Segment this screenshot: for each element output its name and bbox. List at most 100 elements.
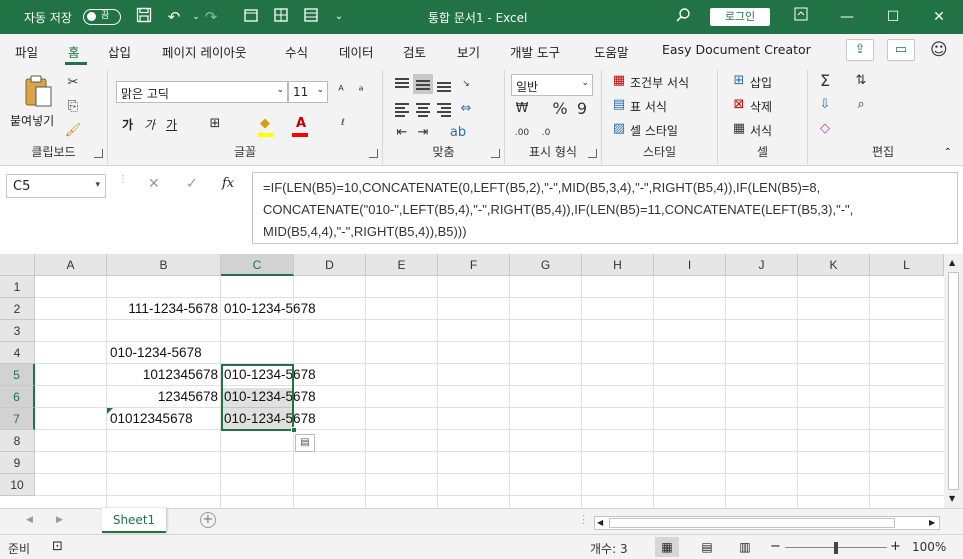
customize-quick-access-icon[interactable]: ⌄ bbox=[328, 7, 350, 27]
tab-review[interactable]: 검토 bbox=[403, 42, 426, 61]
collapse-ribbon-icon[interactable]: ⌃ bbox=[944, 147, 952, 158]
align-middle-icon[interactable] bbox=[413, 74, 433, 94]
bold-button[interactable]: 가 bbox=[122, 116, 133, 133]
italic-button[interactable]: 가 bbox=[144, 116, 155, 133]
fill-handle[interactable] bbox=[291, 427, 297, 433]
column-header[interactable]: K bbox=[798, 254, 870, 276]
fill-color-icon[interactable]: ◆ bbox=[256, 115, 274, 133]
alignment-launcher-icon[interactable] bbox=[491, 149, 500, 158]
comma-style-icon[interactable]: 9 bbox=[573, 100, 591, 118]
cell-B2[interactable]: 111-1234-5678 bbox=[107, 298, 221, 320]
fill-icon[interactable]: ⇩ bbox=[816, 96, 834, 114]
enter-icon[interactable]: ✓ bbox=[186, 176, 198, 192]
clipboard-launcher-icon[interactable] bbox=[94, 149, 103, 158]
sort-filter-icon[interactable]: ⇅ bbox=[852, 72, 870, 90]
tab-data[interactable]: 데이터 bbox=[339, 42, 374, 61]
column-header[interactable]: C bbox=[221, 254, 294, 276]
format-cells-button[interactable]: 서식 bbox=[750, 122, 772, 139]
accounting-format-icon[interactable]: ₩ bbox=[513, 100, 531, 118]
column-header[interactable]: D bbox=[294, 254, 366, 276]
splitter-handle[interactable]: ⋮ bbox=[578, 513, 589, 526]
tab-page-layout[interactable]: 페이지 레이아웃 bbox=[162, 42, 246, 61]
row-header[interactable]: 2 bbox=[0, 298, 35, 320]
column-header[interactable]: A bbox=[35, 254, 107, 276]
row-header[interactable]: 4 bbox=[0, 342, 35, 364]
insert-cells-button[interactable]: 삽입 bbox=[750, 74, 772, 91]
scroll-down-icon[interactable]: ▼ bbox=[949, 494, 955, 503]
increase-indent-icon[interactable]: ⇥ bbox=[414, 124, 432, 142]
align-left-icon[interactable] bbox=[393, 100, 411, 118]
scroll-up-icon[interactable]: ▲ bbox=[949, 258, 955, 267]
prev-sheet-icon[interactable]: ◀ bbox=[26, 515, 33, 525]
undo-icon[interactable]: ↶ bbox=[163, 7, 185, 27]
text-direction-icon[interactable]: ↘ bbox=[457, 75, 475, 93]
delete-cells-button[interactable]: 삭제 bbox=[750, 98, 772, 115]
close-icon[interactable]: ✕ bbox=[916, 0, 962, 34]
align-top-icon[interactable] bbox=[393, 76, 411, 94]
maximize-icon[interactable]: ☐ bbox=[870, 0, 916, 34]
add-sheet-icon[interactable]: + bbox=[200, 512, 216, 528]
zoom-out-icon[interactable]: − bbox=[770, 539, 781, 554]
row-header[interactable]: 3 bbox=[0, 320, 35, 342]
column-header[interactable]: H bbox=[582, 254, 654, 276]
horizontal-scrollbar[interactable]: ◀ ▶ bbox=[594, 516, 940, 530]
border-icon[interactable]: ⊞ bbox=[206, 115, 224, 133]
sheet-tab[interactable]: Sheet1 bbox=[102, 508, 166, 533]
row-header[interactable]: 6 bbox=[0, 386, 35, 408]
ribbon-display-icon[interactable] bbox=[778, 0, 824, 34]
new-sheet-icon[interactable] bbox=[240, 7, 262, 27]
cell-style-button[interactable]: 셀 스타일 bbox=[630, 122, 678, 139]
align-bottom-icon[interactable] bbox=[435, 76, 453, 94]
column-header[interactable]: F bbox=[438, 254, 510, 276]
percent-icon[interactable]: % bbox=[551, 100, 569, 118]
page-break-view-icon[interactable]: ▥ bbox=[733, 537, 757, 557]
row-header[interactable]: 8 bbox=[0, 430, 35, 452]
cancel-icon[interactable]: ✕ bbox=[148, 176, 160, 192]
tab-file[interactable]: 파일 bbox=[15, 42, 38, 61]
font-name-combo[interactable]: 맑은 고딕 ⌄ bbox=[116, 81, 288, 103]
accessibility-icon[interactable]: ⊡ bbox=[52, 539, 63, 554]
orientation-icon[interactable]: ab bbox=[449, 124, 467, 142]
tab-view[interactable]: 보기 bbox=[457, 42, 480, 61]
copy-icon[interactable]: ⎘ bbox=[64, 98, 82, 116]
decrease-decimal-icon[interactable]: .0 bbox=[537, 124, 555, 142]
login-button[interactable]: 로그인 bbox=[710, 8, 770, 26]
comments-icon[interactable]: ▭ bbox=[887, 39, 915, 61]
zoom-in-icon[interactable]: + bbox=[890, 539, 901, 554]
cell-C2[interactable]: 010-1234-5678 bbox=[221, 298, 331, 320]
decrease-indent-icon[interactable]: ⇤ bbox=[393, 124, 411, 142]
insert-function-icon[interactable]: fx bbox=[222, 176, 234, 191]
font-launcher-icon[interactable] bbox=[369, 149, 378, 158]
redo-icon[interactable]: ↷ bbox=[200, 7, 222, 27]
cell-B7[interactable]: 01012345678 bbox=[107, 408, 221, 430]
row-header[interactable]: 5 bbox=[0, 364, 35, 386]
select-all-button[interactable] bbox=[0, 254, 35, 276]
autosum-icon[interactable]: Σ bbox=[816, 72, 834, 90]
column-header[interactable]: E bbox=[366, 254, 438, 276]
zoom-slider-thumb[interactable] bbox=[834, 542, 838, 554]
page-layout-view-icon[interactable]: ▤ bbox=[695, 537, 719, 557]
conditional-format-button[interactable]: 조건부 서식 bbox=[630, 74, 689, 91]
tab-insert[interactable]: 삽입 bbox=[108, 42, 131, 61]
align-right-icon[interactable] bbox=[435, 100, 453, 118]
next-sheet-icon[interactable]: ▶ bbox=[56, 515, 63, 525]
scroll-thumb[interactable] bbox=[948, 272, 959, 490]
tab-home[interactable]: 홈 bbox=[68, 42, 80, 61]
scroll-thumb[interactable] bbox=[609, 518, 895, 528]
search-icon[interactable] bbox=[672, 7, 694, 27]
column-header[interactable]: B bbox=[107, 254, 221, 276]
cell-B6[interactable]: 12345678 bbox=[107, 386, 221, 408]
row-header[interactable]: 7 bbox=[0, 408, 35, 430]
cell-B4[interactable]: 010-1234-5678 bbox=[107, 342, 221, 364]
grid-icon[interactable] bbox=[270, 7, 292, 27]
autosave-toggle[interactable]: 끔 bbox=[83, 9, 121, 25]
worksheet-grid[interactable]: A B C D E F G H I J K L 1 2 3 4 5 6 7 8 … bbox=[0, 254, 944, 508]
cell-B5[interactable]: 1012345678 bbox=[107, 364, 221, 386]
format-painter-icon[interactable]: 🖌 bbox=[64, 122, 82, 140]
column-header[interactable]: L bbox=[870, 254, 944, 276]
row-header[interactable]: 10 bbox=[0, 474, 35, 496]
scroll-right-icon[interactable]: ▶ bbox=[929, 518, 935, 527]
tab-easy-document-creator[interactable]: Easy Document Creator bbox=[662, 42, 811, 57]
align-center-icon[interactable] bbox=[414, 100, 432, 118]
splitter-handle[interactable]: ⋮ bbox=[118, 174, 128, 198]
